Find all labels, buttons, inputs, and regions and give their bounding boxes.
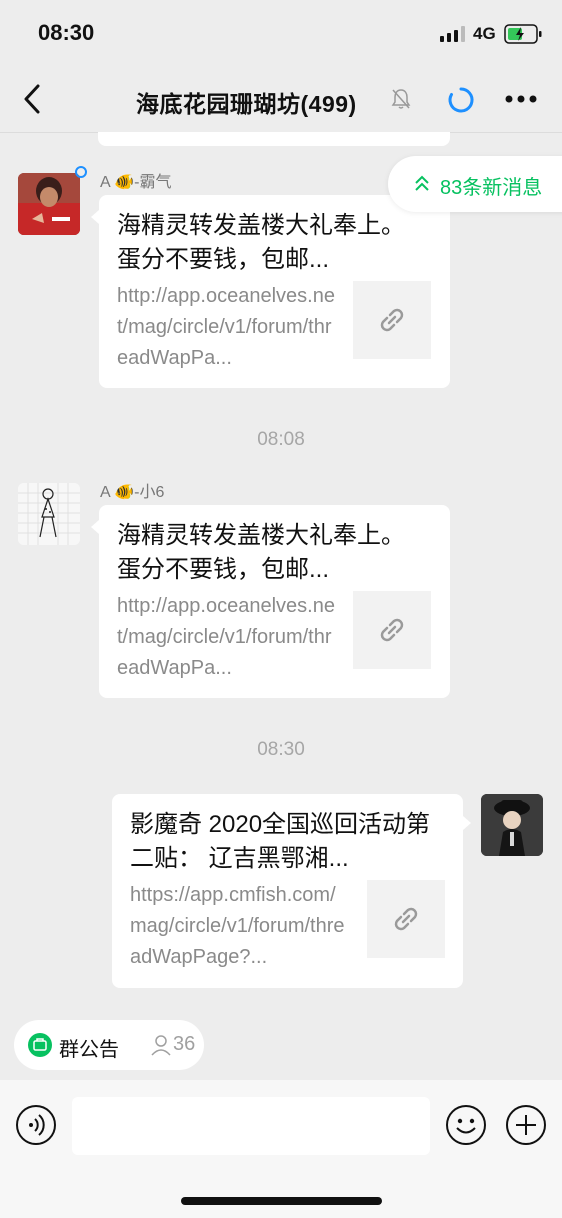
link-thumbnail	[353, 591, 431, 669]
avatar-character-icon	[481, 794, 543, 856]
more-icon[interactable]	[504, 94, 538, 104]
timestamp: 08:30	[257, 739, 305, 760]
link-icon	[394, 907, 418, 931]
status-time: 08:30	[38, 20, 95, 45]
mute-bell-icon	[391, 89, 411, 109]
bubble-tail	[463, 816, 471, 830]
link-url: https://app.cmfish.com/mag/circle/v1/for…	[130, 884, 345, 968]
member-count: 36	[173, 1033, 196, 1055]
link-title: 海精灵转发盖楼大礼奉上。蛋分不要钱，包邮...	[117, 522, 405, 583]
announcement-label: 群公告	[59, 1039, 119, 1061]
announcement-icon	[28, 1033, 52, 1057]
chat-header: 海底花园珊瑚坊(499)	[0, 68, 562, 133]
double-chevron-up-icon	[415, 175, 429, 191]
input-bar	[0, 1080, 562, 1218]
link-card[interactable]: 影魔奇 2020全国巡回活动第二贴： 辽吉黑鄂湘... https://app.…	[112, 794, 463, 988]
emoji-icon[interactable]	[445, 1104, 487, 1146]
new-messages-button[interactable]: 83条新消息	[388, 156, 562, 212]
person-icon	[151, 1035, 171, 1056]
link-thumbnail	[353, 281, 431, 359]
message-input[interactable]	[72, 1097, 430, 1155]
link-url: http://app.oceanelves.net/mag/circle/v1/…	[117, 285, 335, 369]
home-indicator	[181, 1197, 382, 1205]
chat-title: 海底花园珊瑚坊(499)	[136, 91, 357, 117]
status-bar: 08:30 4G	[0, 0, 562, 68]
avatar-photo-icon	[18, 173, 80, 235]
timestamp: 08:08	[257, 429, 305, 450]
bubble-tail	[91, 520, 99, 534]
status-ring-icon	[75, 166, 87, 178]
battery-icon	[504, 24, 542, 44]
avatar[interactable]	[18, 483, 80, 545]
link-icon	[380, 308, 404, 332]
avatar[interactable]	[481, 794, 543, 856]
signal-icon	[440, 26, 465, 42]
link-card[interactable]: 海精灵转发盖楼大礼奉上。蛋分不要钱，包邮... http://app.ocean…	[99, 505, 450, 698]
link-icon	[380, 618, 404, 642]
link-thumbnail	[367, 880, 445, 958]
new-messages-label: 83条新消息	[440, 177, 543, 199]
loading-spinner-icon	[448, 87, 474, 113]
sender-name: A 🐠-霸气	[100, 174, 172, 191]
avatar[interactable]	[18, 173, 80, 235]
voice-icon[interactable]	[15, 1104, 57, 1146]
back-icon[interactable]	[18, 82, 48, 116]
plus-icon[interactable]	[505, 1104, 547, 1146]
group-announcement-button[interactable]: 群公告 36	[14, 1020, 204, 1070]
network-type: 4G	[473, 24, 496, 43]
link-url: http://app.oceanelves.net/mag/circle/v1/…	[117, 595, 335, 679]
previous-message-bubble	[98, 132, 450, 146]
avatar-sketch-icon	[18, 483, 80, 545]
sender-name: A 🐠-小6	[100, 484, 165, 501]
link-card[interactable]: 海精灵转发盖楼大礼奉上。蛋分不要钱，包邮... http://app.ocean…	[99, 195, 450, 388]
link-title: 海精灵转发盖楼大礼奉上。蛋分不要钱，包邮...	[117, 212, 405, 273]
link-title: 影魔奇 2020全国巡回活动第二贴： 辽吉黑鄂湘...	[130, 811, 431, 872]
bubble-tail	[91, 210, 99, 224]
